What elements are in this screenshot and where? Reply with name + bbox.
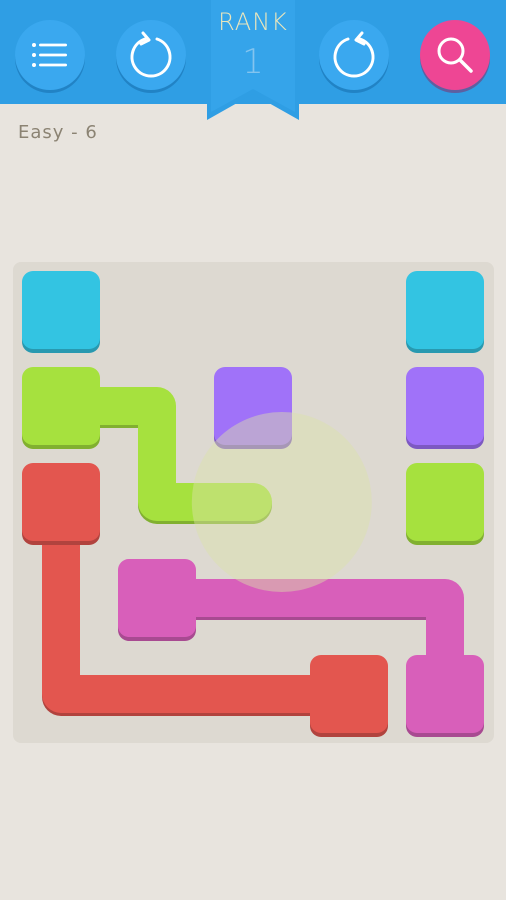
hint-button[interactable] bbox=[420, 20, 490, 90]
green-endpoint bbox=[406, 463, 484, 541]
purple-endpoint bbox=[406, 367, 484, 445]
level-label: Easy - 6 bbox=[18, 122, 98, 143]
touch-indicator bbox=[191, 412, 372, 592]
rank-label: RANK bbox=[218, 8, 288, 36]
board-canvas[interactable] bbox=[13, 262, 494, 743]
cyan-endpoint bbox=[406, 271, 484, 349]
green-endpoint bbox=[22, 367, 100, 445]
restart-icon bbox=[329, 30, 379, 80]
restart-button[interactable] bbox=[319, 20, 389, 90]
pink-endpoint bbox=[406, 655, 484, 733]
red-endpoint bbox=[310, 655, 388, 733]
pink-endpoint bbox=[118, 559, 196, 637]
menu-button[interactable] bbox=[15, 20, 85, 90]
rank-ribbon: RANK 1 bbox=[207, 0, 299, 122]
cyan-endpoint bbox=[22, 271, 100, 349]
top-toolbar: RANK 1 bbox=[0, 0, 506, 120]
search-icon bbox=[433, 33, 477, 77]
red-endpoint bbox=[22, 463, 100, 541]
menu-icon bbox=[30, 35, 70, 75]
rank-value: 1 bbox=[242, 42, 264, 82]
undo-icon bbox=[126, 30, 176, 80]
game-board[interactable] bbox=[13, 262, 494, 743]
undo-button[interactable] bbox=[116, 20, 186, 90]
